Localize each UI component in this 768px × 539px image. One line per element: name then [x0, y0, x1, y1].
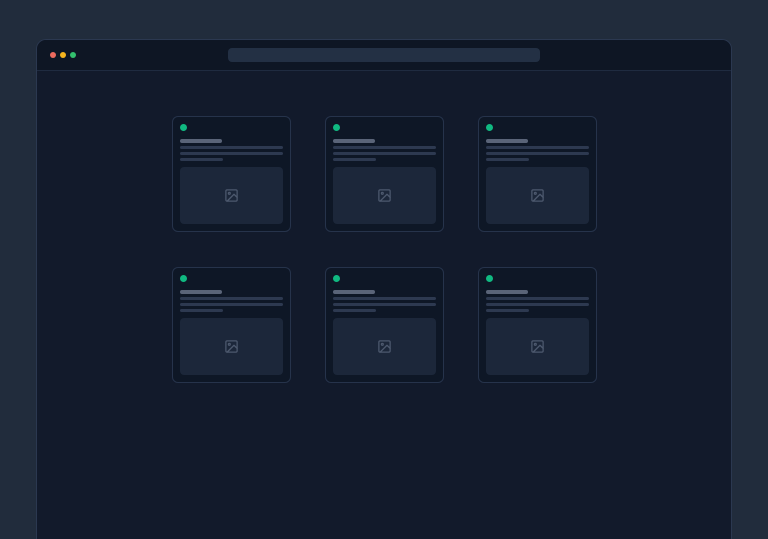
image-placeholder: [333, 318, 436, 375]
text-line-skeleton: [486, 309, 529, 312]
image-placeholder: [486, 167, 589, 224]
text-line-skeleton: [486, 303, 589, 306]
text-line-skeleton: [486, 297, 589, 300]
card[interactable]: [478, 267, 597, 383]
status-dot-icon: [333, 124, 340, 131]
image-placeholder: [333, 167, 436, 224]
text-line-skeleton: [180, 158, 223, 161]
title-skeleton: [486, 290, 528, 294]
image-icon: [224, 188, 239, 203]
title-skeleton: [486, 139, 528, 143]
image-icon: [224, 339, 239, 354]
status-dot-icon: [486, 124, 493, 131]
title-skeleton: [333, 139, 375, 143]
text-line-skeleton: [333, 309, 376, 312]
image-icon: [377, 339, 392, 354]
status-dot-icon: [486, 275, 493, 282]
card[interactable]: [172, 267, 291, 383]
status-dot-icon: [180, 275, 187, 282]
browser-titlebar: [37, 40, 731, 71]
text-line-skeleton: [486, 152, 589, 155]
address-bar[interactable]: [228, 48, 540, 62]
image-placeholder: [180, 318, 283, 375]
text-line-skeleton: [486, 158, 529, 161]
card-grid: [37, 116, 731, 383]
text-line-skeleton: [333, 158, 376, 161]
close-window-icon[interactable]: [50, 52, 56, 58]
text-line-skeleton: [180, 297, 283, 300]
card[interactable]: [325, 116, 444, 232]
text-line-skeleton: [333, 146, 436, 149]
text-line-skeleton: [180, 146, 283, 149]
maximize-window-icon[interactable]: [70, 52, 76, 58]
text-line-skeleton: [486, 146, 589, 149]
text-line-skeleton: [180, 309, 223, 312]
text-line-skeleton: [333, 303, 436, 306]
text-line-skeleton: [180, 303, 283, 306]
title-skeleton: [180, 290, 222, 294]
title-skeleton: [333, 290, 375, 294]
title-skeleton: [180, 139, 222, 143]
card[interactable]: [325, 267, 444, 383]
text-line-skeleton: [180, 152, 283, 155]
text-line-skeleton: [333, 152, 436, 155]
browser-content: [37, 71, 731, 383]
browser-window: [36, 39, 732, 539]
card[interactable]: [172, 116, 291, 232]
status-dot-icon: [180, 124, 187, 131]
minimize-window-icon[interactable]: [60, 52, 66, 58]
image-placeholder: [180, 167, 283, 224]
text-line-skeleton: [333, 297, 436, 300]
image-icon: [530, 188, 545, 203]
status-dot-icon: [333, 275, 340, 282]
image-icon: [377, 188, 392, 203]
traffic-lights: [50, 40, 76, 70]
image-placeholder: [486, 318, 589, 375]
image-icon: [530, 339, 545, 354]
card[interactable]: [478, 116, 597, 232]
